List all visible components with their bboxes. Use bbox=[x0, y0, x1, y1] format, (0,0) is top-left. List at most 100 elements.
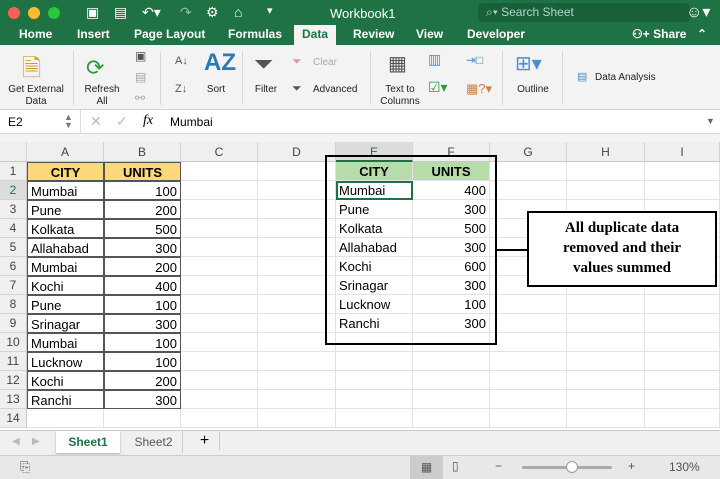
formula-input[interactable]: Mumbai bbox=[170, 115, 213, 129]
column-header-b[interactable]: B bbox=[104, 142, 181, 162]
cell[interactable] bbox=[490, 181, 567, 200]
sheet-tab-sheet2[interactable]: Sheet2 bbox=[125, 431, 183, 453]
source-cell[interactable]: Ranchi bbox=[27, 390, 104, 409]
cell[interactable] bbox=[567, 371, 645, 390]
refresh-all-button[interactable]: Refresh All bbox=[80, 84, 124, 108]
source-cell[interactable]: 200 bbox=[104, 200, 181, 219]
cell[interactable] bbox=[490, 371, 567, 390]
sheet-tab-sheet1[interactable]: Sheet1 bbox=[56, 431, 120, 453]
cell[interactable] bbox=[645, 352, 720, 371]
zoom-level[interactable]: 130% bbox=[669, 460, 700, 474]
cell[interactable] bbox=[336, 371, 413, 390]
source-cell[interactable]: Kochi bbox=[27, 276, 104, 295]
source-cell[interactable]: 300 bbox=[104, 390, 181, 409]
source-cell[interactable]: Allahabad bbox=[27, 238, 104, 257]
cell[interactable] bbox=[27, 409, 104, 428]
normal-view-icon[interactable]: ▦ bbox=[410, 456, 443, 479]
column-header-a[interactable]: A bbox=[27, 142, 104, 162]
cell[interactable] bbox=[567, 314, 645, 333]
add-sheet-button[interactable]: + bbox=[190, 432, 220, 450]
cell[interactable] bbox=[413, 371, 490, 390]
row-header-13[interactable]: 13 bbox=[0, 390, 27, 409]
source-cell[interactable]: 300 bbox=[104, 314, 181, 333]
cell[interactable] bbox=[336, 352, 413, 371]
cell[interactable] bbox=[567, 352, 645, 371]
tab-page-layout[interactable]: Page Layout bbox=[134, 27, 205, 41]
cell[interactable] bbox=[645, 314, 720, 333]
source-cell[interactable]: 200 bbox=[104, 371, 181, 390]
column-header-c[interactable]: C bbox=[181, 142, 258, 162]
cell[interactable] bbox=[490, 333, 567, 352]
cell[interactable] bbox=[413, 390, 490, 409]
cell[interactable] bbox=[181, 238, 258, 257]
customize-toolbar-icon[interactable]: ▾ bbox=[267, 4, 273, 17]
row-header-4[interactable]: 4 bbox=[0, 219, 27, 238]
outline-button[interactable]: Outline bbox=[513, 84, 553, 96]
close-window-button[interactable] bbox=[8, 7, 20, 19]
source-cell[interactable]: Kochi bbox=[27, 371, 104, 390]
tab-home[interactable]: Home bbox=[19, 27, 52, 41]
row-header-10[interactable]: 10 bbox=[0, 333, 27, 352]
account-smiley-icon[interactable]: ☺▾ bbox=[686, 2, 710, 22]
search-sheet-input[interactable]: ⌕▾ Search Sheet bbox=[478, 3, 690, 22]
row-header-12[interactable]: 12 bbox=[0, 371, 27, 390]
source-cell[interactable]: Mumbai bbox=[27, 333, 104, 352]
row-header-5[interactable]: 5 bbox=[0, 238, 27, 257]
cell[interactable] bbox=[181, 162, 258, 181]
cell[interactable] bbox=[490, 314, 567, 333]
cell[interactable] bbox=[181, 352, 258, 371]
cell[interactable] bbox=[181, 333, 258, 352]
scroll-tabs-right-icon[interactable]: ▶ bbox=[32, 436, 40, 447]
cell[interactable] bbox=[258, 352, 336, 371]
cell[interactable] bbox=[490, 352, 567, 371]
cell[interactable] bbox=[181, 314, 258, 333]
tab-view[interactable]: View bbox=[416, 27, 443, 41]
scroll-tabs-left-icon[interactable]: ◀ bbox=[12, 436, 20, 447]
source-cell[interactable]: 400 bbox=[104, 276, 181, 295]
cell[interactable] bbox=[181, 257, 258, 276]
source-cell[interactable]: 100 bbox=[104, 181, 181, 200]
data-analysis-button[interactable]: Data Analysis bbox=[595, 72, 656, 84]
cell[interactable] bbox=[258, 409, 336, 428]
what-if-icon[interactable]: ▦?▾ bbox=[466, 81, 492, 97]
source-cell[interactable]: 100 bbox=[104, 352, 181, 371]
zoom-out-button[interactable]: − bbox=[495, 459, 502, 473]
cell[interactable] bbox=[181, 276, 258, 295]
cell[interactable] bbox=[104, 409, 181, 428]
row-header-2[interactable]: 2 bbox=[0, 181, 27, 200]
source-cell[interactable]: 100 bbox=[104, 333, 181, 352]
source-cell[interactable]: Lucknow bbox=[27, 352, 104, 371]
cell[interactable] bbox=[490, 295, 567, 314]
cell[interactable] bbox=[336, 390, 413, 409]
source-cell[interactable]: Kolkata bbox=[27, 219, 104, 238]
cell[interactable] bbox=[567, 409, 645, 428]
cell[interactable] bbox=[490, 390, 567, 409]
sort-ascending-icon[interactable]: A↓ bbox=[175, 55, 188, 67]
row-header-14[interactable]: 14 bbox=[0, 409, 27, 428]
cell[interactable] bbox=[181, 390, 258, 409]
source-cell[interactable]: Pune bbox=[27, 200, 104, 219]
minimize-window-button[interactable] bbox=[28, 7, 40, 19]
row-header-11[interactable]: 11 bbox=[0, 352, 27, 371]
sidebar-toggle-icon[interactable]: ▣ bbox=[86, 4, 99, 21]
enter-icon[interactable]: ✓ bbox=[116, 113, 128, 130]
tab-review[interactable]: Review bbox=[353, 27, 394, 41]
advanced-button[interactable]: Advanced bbox=[313, 84, 357, 96]
row-header-1[interactable]: 1 bbox=[0, 162, 27, 181]
source-cell[interactable]: 200 bbox=[104, 257, 181, 276]
cell[interactable] bbox=[336, 409, 413, 428]
edit-links-icon[interactable]: ⚯ bbox=[135, 91, 145, 105]
connections-icon[interactable]: ▣ bbox=[135, 49, 146, 63]
tab-data[interactable]: Data bbox=[294, 25, 337, 45]
save-icon[interactable]: ▤ bbox=[114, 4, 127, 21]
store-icon[interactable]: ⌂ bbox=[234, 4, 242, 20]
cell[interactable] bbox=[413, 352, 490, 371]
cell[interactable] bbox=[567, 162, 645, 181]
row-header-8[interactable]: 8 bbox=[0, 295, 27, 314]
flash-fill-icon[interactable]: ▥ bbox=[428, 51, 441, 68]
source-cell[interactable]: 100 bbox=[104, 295, 181, 314]
cell[interactable] bbox=[567, 295, 645, 314]
name-box-stepper-icon[interactable]: ▲ ▼ bbox=[64, 113, 73, 130]
text-to-columns-button[interactable]: Text to Columns bbox=[378, 84, 422, 108]
page-layout-view-icon[interactable]: ▯ bbox=[452, 459, 459, 473]
